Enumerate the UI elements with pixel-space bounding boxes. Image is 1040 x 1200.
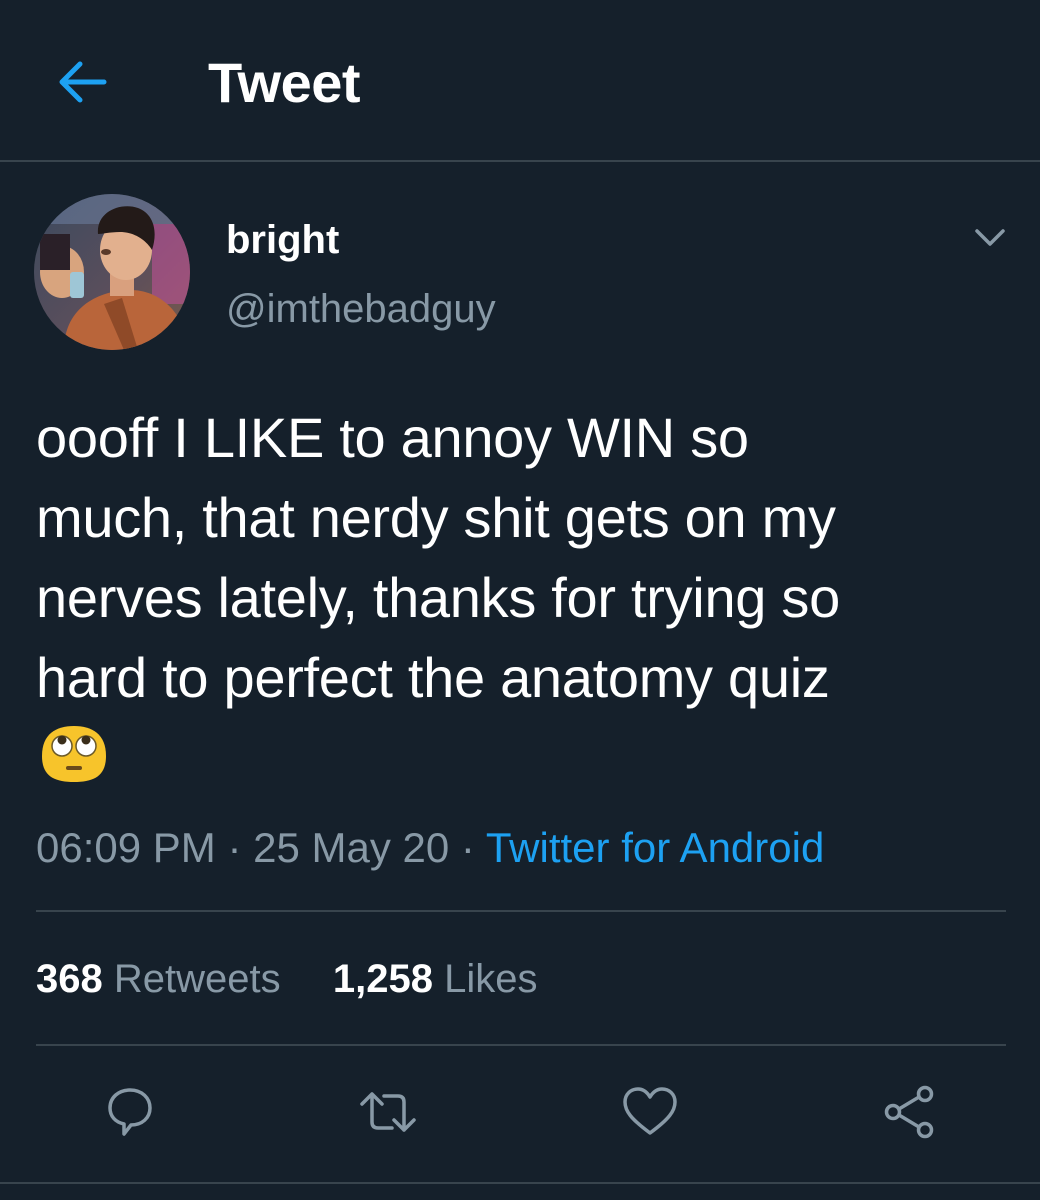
share-icon: [884, 1085, 934, 1139]
tweet-time: 06:09 PM: [36, 824, 216, 871]
retweets-label: Retweets: [113, 957, 281, 1001]
retweet-button[interactable]: [356, 1080, 420, 1144]
likes-count: 1,258: [332, 957, 433, 1001]
likes-stat[interactable]: 1,258 Likes: [333, 957, 538, 1001]
page-title: Tweet: [208, 51, 361, 114]
reply-button[interactable]: [98, 1080, 162, 1144]
arrow-left-icon: [59, 61, 107, 103]
tweet-meta: 06:09 PM · 25 May 20 · Twitter for Andro…: [36, 822, 824, 874]
likes-label: Likes: [444, 957, 538, 1001]
avatar[interactable]: [34, 194, 190, 350]
meta-separator: ·: [227, 824, 242, 871]
divider: [0, 1182, 1040, 1184]
meta-separator: ·: [460, 824, 475, 871]
chevron-down-icon: [975, 229, 1005, 246]
more-options-button[interactable]: [966, 218, 1014, 258]
top-app-bar: Tweet: [0, 0, 1040, 162]
author-display-name[interactable]: bright: [226, 216, 339, 264]
tweet-stats: 368 Retweets 1,258 Likes: [36, 954, 538, 1004]
back-button[interactable]: [52, 52, 112, 112]
avatar-photo: [34, 194, 190, 350]
retweets-count: 368: [36, 957, 103, 1001]
divider: [36, 910, 1006, 912]
tweet-text: oooff I LIKE to annoy WIN so much, that …: [36, 406, 840, 709]
tweet-date: 25 May 20: [253, 824, 450, 871]
face-with-rolling-eyes-emoji: [36, 722, 112, 786]
divider: [36, 1044, 1006, 1046]
share-button[interactable]: [878, 1080, 942, 1144]
tweet-source-link[interactable]: Twitter for Android: [486, 824, 824, 871]
reply-icon: [108, 1088, 152, 1136]
heart-icon: [623, 1087, 677, 1135]
like-button[interactable]: [618, 1080, 682, 1144]
retweets-stat[interactable]: 368 Retweets: [36, 957, 292, 1001]
author-handle[interactable]: @imthebadguy: [226, 285, 496, 333]
retweet-icon: [360, 1092, 416, 1132]
